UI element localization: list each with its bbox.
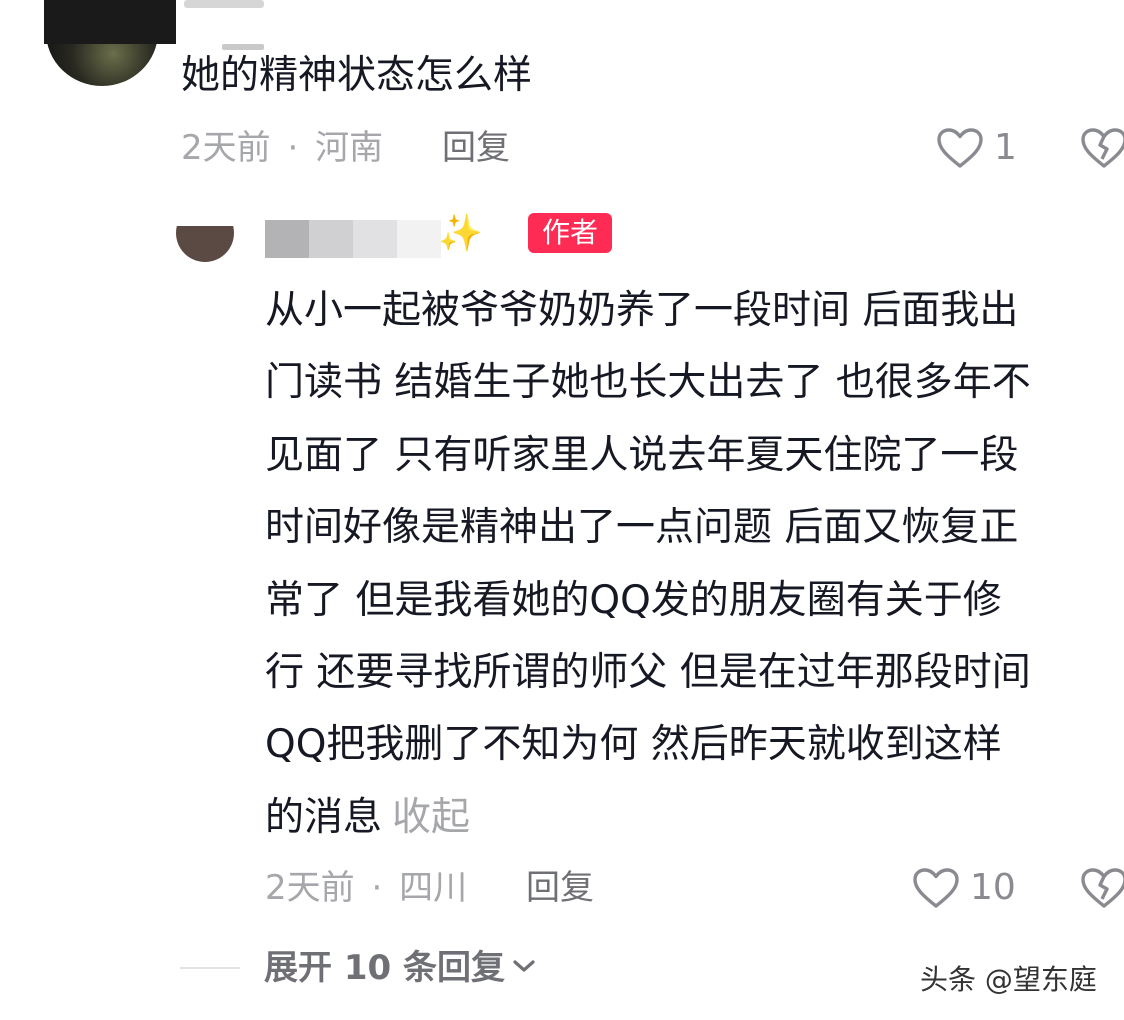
dislike-button[interactable] [1080,867,1124,913]
meta-separator: · [287,128,299,168]
meta-separator: · [371,868,383,908]
comment-meta: 2天前 · 河南 [181,128,383,168]
expand-replies-button[interactable]: 展开 10 条回复 [180,946,537,990]
watermark: 头条 @望东庭 [920,963,1097,996]
author-name-blurred [265,220,441,258]
redaction-mark [222,44,264,50]
expand-replies-label: 展开 10 条回复 [264,948,505,988]
reply-location: 四川 [399,868,468,908]
broken-heart-icon [1080,868,1124,913]
reply-text-line: 常了 但是我看她的QQ发的朋友圈有关于修 [265,577,1002,623]
like-count: 1 [994,127,1017,168]
heart-outline-icon [936,127,984,169]
reply-text-line: 的消息 [265,794,383,840]
comment-text: 她的精神状态怎么样 [181,53,533,98]
reply-text-line: 行 还要寻找所谓的师父 但是在过年那段时间 [265,650,1031,696]
heart-outline-icon [912,867,960,909]
author-badge: 作者 [528,213,612,253]
chevron-down-icon [511,956,537,980]
dislike-button[interactable] [1080,127,1124,173]
reply-text-line: QQ把我删了不知为何 然后昨天就收到这样 [265,722,1002,768]
reply-meta: 2天前 · 四川 [265,868,467,908]
reply-text-line: 从小一起被爷爷奶奶养了一段时间 后面我出 [265,288,1019,333]
expand-divider [180,967,240,969]
reply-button[interactable]: 回复 [442,128,510,168]
reply-text-line: 见面了 只有听家里人说去年夏天住院了一段 [265,432,1019,478]
avatar-redaction [176,204,234,226]
sparkle-emoji: ✨ [438,213,483,254]
like-button[interactable]: 1 [936,127,1017,169]
reply-text-line: 时间好像是精神出了一点问题 后面又恢复正 [265,505,1019,551]
reply-text-last-line: 的消息 收起 [265,782,1124,854]
reply-time: 2天前 [265,868,355,908]
reply-text: 从小一起被爷爷奶奶养了一段时间 后面我出 门读书 结婚生子她也长大出去了 也很多… [265,275,1124,854]
collapse-link[interactable]: 收起 [392,795,470,840]
comment-time: 2天前 [181,128,271,168]
reply-button[interactable]: 回复 [526,868,594,908]
avatar-redaction [44,0,176,44]
broken-heart-icon [1080,128,1124,173]
comment-location: 河南 [315,128,384,168]
reply-text-line: 门读书 结婚生子她也长大出去了 也很多年不 [265,360,1031,406]
commenter-name-blurred [184,0,264,8]
like-count: 10 [970,867,1016,908]
like-button[interactable]: 10 [912,867,1016,909]
